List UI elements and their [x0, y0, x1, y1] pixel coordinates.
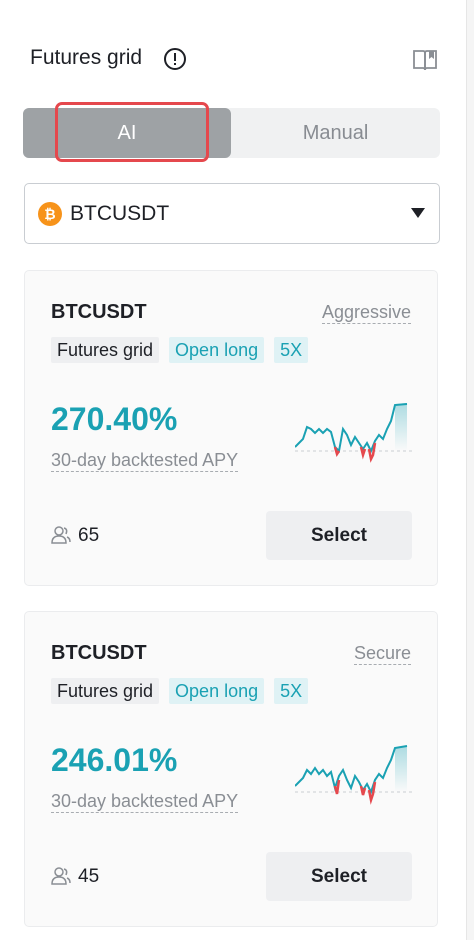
users-count: 45: [78, 866, 100, 887]
tag-strategy-type: Futures grid: [51, 337, 160, 363]
svg-text:₿: ₿: [44, 207, 55, 223]
card-symbol: BTCUSDT: [51, 301, 147, 323]
tag-leverage: 5X: [274, 337, 309, 363]
page-header: Futures grid: [30, 44, 440, 74]
tag-list: Futures grid Open long 5X: [51, 337, 309, 363]
strategy-card: BTCUSDT Aggressive Futures grid Open lon…: [24, 270, 438, 586]
apy-sparkline: [295, 745, 413, 805]
tag-strategy-type: Futures grid: [51, 678, 160, 704]
mode-toggle: AI Manual: [23, 108, 440, 158]
card-symbol: BTCUSDT: [51, 642, 147, 664]
select-button[interactable]: Select: [266, 511, 412, 560]
symbol-value: BTCUSDT: [70, 202, 170, 225]
apy-value: 270.40%: [51, 401, 178, 437]
apy-label[interactable]: 30-day backtested APY: [51, 449, 239, 472]
apy-label[interactable]: 30-day backtested APY: [51, 790, 239, 813]
tag-list: Futures grid Open long 5X: [51, 678, 309, 704]
tag-direction: Open long: [169, 678, 265, 704]
apy-value: 246.01%: [51, 742, 178, 778]
tag-direction: Open long: [169, 337, 265, 363]
risk-level[interactable]: Secure: [353, 642, 411, 665]
tag-leverage: 5X: [274, 678, 309, 704]
users-icon: [51, 867, 71, 885]
tab-manual[interactable]: Manual: [231, 108, 440, 158]
users-icon: [51, 526, 71, 544]
users-count: 65: [78, 525, 100, 546]
book-icon[interactable]: [412, 48, 438, 72]
select-button[interactable]: Select: [266, 852, 412, 901]
symbol-select[interactable]: ₿ BTCUSDT: [24, 183, 440, 244]
tab-ai[interactable]: AI: [23, 108, 231, 158]
page-title: Futures grid: [30, 46, 143, 69]
strategy-card: BTCUSDT Secure Futures grid Open long 5X…: [24, 611, 438, 927]
caret-down-icon: [411, 208, 425, 218]
apy-sparkline: [295, 403, 413, 463]
scrollbar-track[interactable]: [466, 0, 474, 940]
risk-level[interactable]: Aggressive: [321, 301, 411, 324]
info-circle-icon[interactable]: [163, 47, 187, 71]
bitcoin-icon: ₿: [38, 202, 62, 226]
